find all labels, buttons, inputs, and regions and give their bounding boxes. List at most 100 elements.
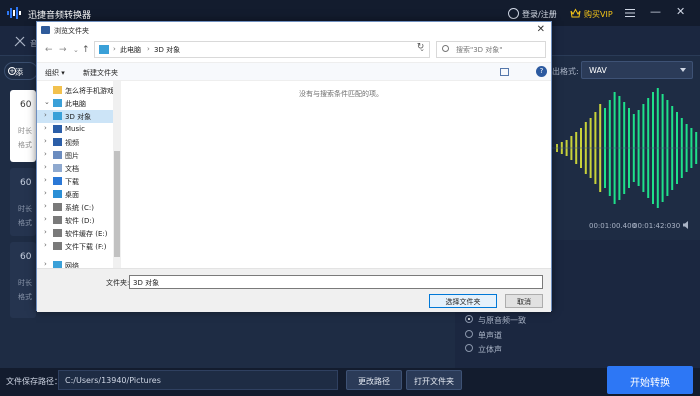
3d-objects-icon: [53, 112, 62, 120]
cancel-button[interactable]: 取消: [505, 294, 543, 308]
music-icon: [53, 125, 62, 133]
nav-item-desktop[interactable]: › 桌面: [37, 188, 113, 201]
new-folder-button[interactable]: 新建文件夹: [83, 68, 118, 78]
search-box[interactable]: 搜索"3D 对象": [436, 41, 546, 58]
folder-name-input[interactable]: 3D 对象: [129, 275, 543, 289]
add-file-button[interactable]: + 添: [4, 62, 38, 80]
file-card[interactable]: 60 时长 格式: [10, 90, 36, 162]
channel-stereo-label: 立体声: [478, 345, 502, 354]
empty-message: 没有与搜索条件匹配的项。: [299, 90, 383, 98]
refresh-icon[interactable]: ↻: [414, 42, 427, 55]
radio-channel-mono[interactable]: [465, 330, 473, 338]
open-folder-button[interactable]: 打开文件夹: [406, 370, 462, 390]
expand-chevron-icon[interactable]: ⌄: [44, 98, 50, 106]
nav-item-video[interactable]: › 视频: [37, 136, 113, 149]
back-arrow-icon[interactable]: ←: [45, 45, 53, 55]
select-folder-button[interactable]: 选择文件夹: [429, 294, 497, 308]
nav-item-downloads[interactable]: › 下载: [37, 175, 113, 188]
expand-chevron-icon[interactable]: ›: [44, 189, 47, 197]
nav-item-pictures[interactable]: › 图片: [37, 149, 113, 162]
forward-arrow-icon[interactable]: →: [59, 45, 67, 55]
expand-chevron-icon[interactable]: ›: [44, 228, 47, 236]
card-meta-duration: 时长: [18, 279, 32, 287]
change-path-button[interactable]: 更改路径: [346, 370, 402, 390]
breadcrumb-this-pc[interactable]: 此电脑: [120, 45, 141, 55]
expand-chevron-icon[interactable]: ›: [44, 202, 47, 210]
nav-item-label: 图片: [65, 152, 79, 160]
dialog-bottom-bar: 文件夹: 3D 对象 选择文件夹 取消: [37, 268, 551, 312]
radio-channel-stereo[interactable]: [465, 344, 473, 352]
file-card[interactable]: 60 时长 格式: [10, 242, 36, 318]
dialog-app-icon: [41, 26, 50, 34]
card-meta-format: 格式: [18, 141, 32, 149]
nav-scroll-thumb[interactable]: [114, 151, 120, 257]
start-convert-label: 开始转换: [630, 378, 670, 389]
documents-icon: [53, 164, 62, 172]
add-file-label: 添: [15, 68, 23, 77]
card-meta-format: 格式: [18, 219, 32, 227]
address-bar[interactable]: › 此电脑 › 3D 对象 ⌄: [94, 41, 430, 58]
expand-chevron-icon[interactable]: ›: [44, 124, 47, 132]
nav-item-drive[interactable]: › 软件 (D:): [37, 214, 113, 227]
dialog-close-button[interactable]: ✕: [537, 24, 545, 35]
start-convert-button[interactable]: 开始转换: [607, 366, 693, 394]
expand-chevron-icon[interactable]: ›: [44, 176, 47, 184]
cancel-label: 取消: [517, 298, 531, 306]
expand-chevron-icon[interactable]: ›: [44, 241, 47, 249]
nav-item-label: 桌面: [65, 191, 79, 199]
nav-item-drive[interactable]: › 文件下载 (F:): [37, 240, 113, 253]
card-meta-duration: 时长: [18, 127, 32, 135]
nav-item-music[interactable]: › Music: [37, 123, 113, 136]
organize-menu[interactable]: 组织 ▾: [45, 68, 65, 78]
view-options-icon[interactable]: [500, 68, 509, 76]
expand-chevron-icon[interactable]: ›: [44, 163, 47, 171]
nav-item-computer[interactable]: ⌄ 此电脑: [37, 97, 113, 110]
minimize-button[interactable]: —: [650, 6, 661, 18]
downloads-icon: [53, 177, 62, 185]
nav-item-folder[interactable]: 怎么将手机游戏: [37, 84, 114, 97]
user-icon[interactable]: [508, 8, 519, 19]
expand-chevron-icon[interactable]: ›: [44, 137, 47, 145]
expand-chevron-icon[interactable]: ›: [44, 150, 47, 158]
file-card[interactable]: 60 时长 格式: [10, 168, 36, 236]
nav-item-drive[interactable]: › 系统 (C:): [37, 201, 113, 214]
expand-chevron-icon[interactable]: ›: [44, 111, 47, 119]
output-format-select[interactable]: WAV: [581, 61, 693, 79]
up-arrow-icon[interactable]: ↑: [82, 45, 90, 55]
tool-icon[interactable]: [14, 36, 26, 47]
login-link[interactable]: 登录/注册: [522, 9, 557, 20]
folder-name-value: 3D 对象: [133, 279, 160, 287]
nav-item-documents[interactable]: › 文档: [37, 162, 113, 175]
expand-chevron-icon[interactable]: ›: [44, 215, 47, 223]
nav-item-label: Music: [65, 125, 85, 133]
breadcrumb-3d-objects[interactable]: 3D 对象: [154, 45, 180, 55]
close-app-button[interactable]: ✕: [676, 6, 685, 18]
nav-item-drive[interactable]: › 软件缓存 (E:): [37, 227, 113, 240]
command-bar: 组织 ▾ 新建文件夹 ?: [37, 62, 551, 81]
drive-icon: [53, 242, 62, 250]
pictures-icon: [53, 151, 62, 159]
save-path-field[interactable]: C:/Users/13940/Pictures: [58, 370, 338, 390]
nav-scrollbar[interactable]: [113, 81, 121, 276]
3d-objects-icon: [99, 45, 109, 54]
volume-icon[interactable]: [682, 220, 692, 230]
vip-crown-icon[interactable]: [570, 8, 581, 19]
save-path-label: 文件保存路径：: [6, 377, 62, 386]
history-chevron-icon[interactable]: ⌄: [73, 46, 79, 54]
dialog-titlebar: 浏览文件夹 ✕: [37, 22, 551, 39]
total-time: 00:01:42:030: [633, 222, 681, 230]
dialog-title: 浏览文件夹: [54, 27, 89, 35]
search-icon: [442, 45, 449, 52]
nav-item-label: 系统 (C:): [65, 204, 94, 212]
channel-original-label: 与原音频一致: [478, 316, 526, 325]
card-duration: 60: [20, 252, 32, 262]
chevron-down-icon: [680, 68, 686, 72]
menu-icon[interactable]: [625, 8, 635, 18]
buy-vip-link[interactable]: 购买VIP: [584, 9, 613, 20]
help-icon[interactable]: ?: [536, 66, 547, 77]
file-list-area[interactable]: 没有与搜索条件匹配的项。: [122, 81, 551, 276]
radio-channel-original[interactable]: [465, 315, 473, 323]
expand-chevron-icon[interactable]: ›: [44, 260, 47, 268]
nav-item-3d-objects[interactable]: › 3D 对象: [37, 110, 113, 123]
channel-mono-label: 单声道: [478, 331, 502, 340]
